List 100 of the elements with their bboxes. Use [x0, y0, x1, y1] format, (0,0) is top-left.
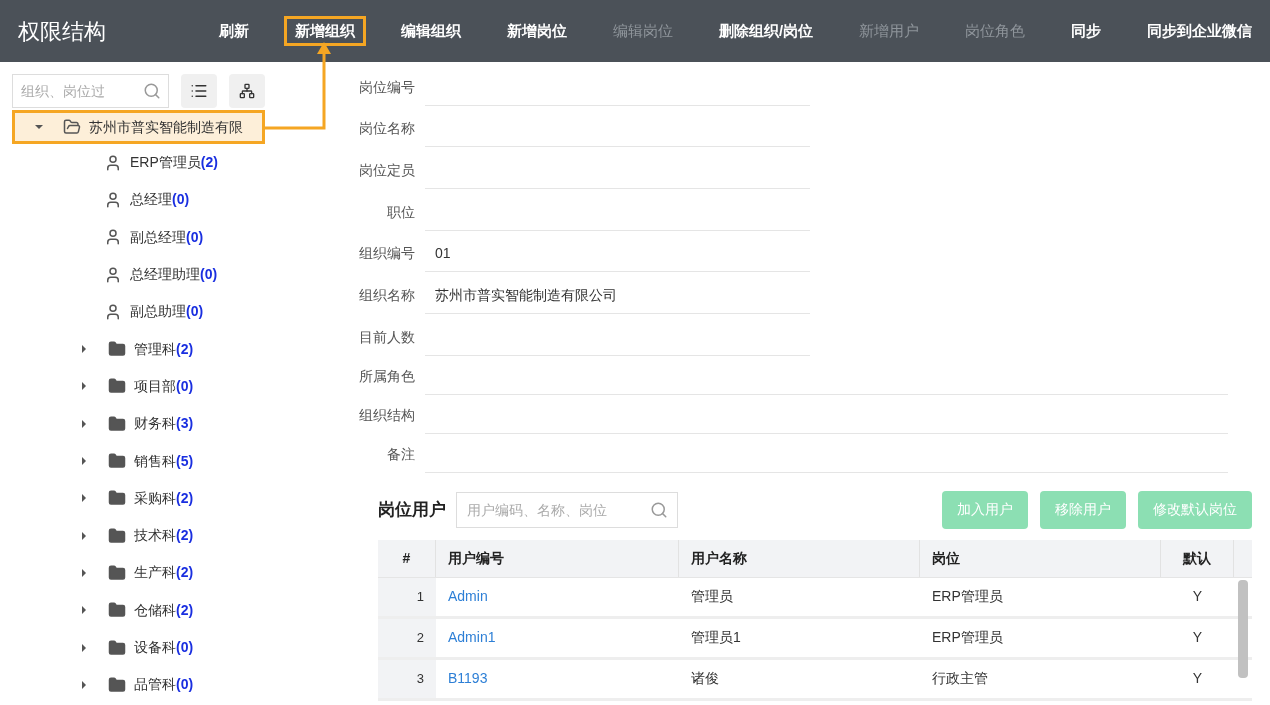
- table-cell-text: 诸俊: [690, 669, 720, 689]
- section-title: 岗位用户: [378, 499, 446, 522]
- org-tree-item[interactable]: 生产科(2): [12, 554, 340, 592]
- org-tree-item[interactable]: 仓储科(2): [12, 591, 340, 629]
- table-cell-text: 管理员1: [690, 628, 742, 648]
- caret-icon[interactable]: [80, 457, 88, 465]
- position-tree-item[interactable]: 副总助理(0): [12, 293, 340, 331]
- form-field[interactable]: 苏州市普实智能制造有限公司: [425, 278, 810, 315]
- user-icon: [104, 228, 122, 247]
- user-code-link[interactable]: Admin1: [436, 618, 679, 657]
- org-tree-item[interactable]: 技术科(2): [12, 516, 340, 555]
- caret-icon[interactable]: [35, 123, 43, 131]
- folder-icon: [108, 563, 126, 582]
- tree-label: 管理科(2): [134, 339, 194, 359]
- position-tree-item[interactable]: ERP管理员(2): [12, 144, 340, 182]
- position-tree-item[interactable]: 总经理(0): [12, 181, 340, 219]
- table-cell-text: 行政主管: [931, 669, 989, 689]
- user-icon: [104, 153, 122, 172]
- hierarchy-icon: [239, 83, 255, 99]
- position-tree-item[interactable]: 总经理助理(0): [12, 255, 340, 294]
- field-label: 所属角色: [358, 366, 415, 386]
- filter-field[interactable]: 组织、岗位过: [12, 74, 169, 108]
- caret-icon[interactable]: [80, 494, 88, 503]
- folder-icon: [108, 526, 126, 545]
- tree-label: 项目部(0): [134, 376, 194, 396]
- scrollbar-thumb[interactable]: [1238, 579, 1248, 678]
- tree-label: 副总经理(0): [130, 227, 204, 247]
- caret-icon[interactable]: [80, 419, 88, 428]
- user-icon: [104, 190, 122, 209]
- toolbar-button[interactable]: 新增岗位: [496, 16, 578, 46]
- toolbar-button[interactable]: 删除组织/岗位: [708, 16, 825, 46]
- caret-icon[interactable]: [80, 345, 88, 354]
- tree-label: 采购科(2): [134, 488, 194, 508]
- tree-label: 设备科(0): [134, 638, 194, 657]
- field-value: 01: [435, 244, 451, 264]
- tree-label: 苏州市普实智能制造有限: [89, 117, 243, 137]
- org-tree-item[interactable]: 品管科(0): [12, 666, 340, 704]
- toolbar-button[interactable]: 刷新: [208, 16, 260, 46]
- table-cell: 2: [378, 618, 436, 657]
- user-code-link[interactable]: B1193: [436, 659, 679, 698]
- tree-label: 品管科(0): [134, 675, 194, 695]
- table-cell-text: ERP管理员: [931, 587, 1004, 607]
- search-icon: [143, 82, 161, 100]
- user-search-field[interactable]: 用户编码、名称、岗位: [456, 491, 678, 528]
- folder-icon: [108, 452, 126, 470]
- column-header: #: [378, 539, 436, 577]
- tree-label: 销售科(5): [134, 451, 194, 471]
- user-icon: [104, 302, 122, 321]
- list-view-button[interactable]: [181, 74, 217, 108]
- table-cell-text: Y: [1191, 669, 1204, 689]
- field-label: 组织名称: [358, 286, 415, 306]
- caret-icon[interactable]: [80, 382, 88, 391]
- caret-icon[interactable]: [80, 531, 88, 540]
- toolbar-button[interactable]: 新增组织: [284, 16, 366, 46]
- org-tree-item[interactable]: 项目部(0): [12, 367, 340, 406]
- folder-icon: [63, 118, 81, 136]
- caret-icon[interactable]: [80, 680, 88, 689]
- caret-icon[interactable]: [80, 643, 88, 652]
- page-title: 权限结构: [18, 17, 107, 46]
- field-label: 岗位定员: [358, 161, 415, 181]
- field-label: 组织结构: [358, 405, 415, 425]
- field-label: 备注: [386, 444, 415, 464]
- toolbar-button[interactable]: 同步到企业微信: [1136, 16, 1264, 46]
- list-icon: [190, 82, 208, 100]
- org-tree-item[interactable]: 采购科(2): [12, 479, 340, 517]
- table-cell-text: Y: [1191, 587, 1204, 607]
- tree-label: 财务科(3): [134, 414, 194, 434]
- column-header: 岗位: [920, 539, 1161, 577]
- folder-icon: [108, 601, 126, 620]
- tree-label: 仓储科(2): [134, 600, 194, 620]
- org-tree-item[interactable]: 设备科(0): [12, 628, 340, 667]
- caret-icon[interactable]: [80, 606, 88, 615]
- org-tree-item[interactable]: 财务科(3): [12, 405, 340, 443]
- field-label: 岗位编号: [358, 77, 415, 97]
- search-icon: [650, 500, 668, 519]
- caret-icon[interactable]: [80, 568, 88, 577]
- field-value: 苏州市普实智能制造有限公司: [435, 286, 617, 306]
- folder-icon: [108, 414, 126, 433]
- toolbar-button[interactable]: 同步: [1060, 16, 1113, 46]
- field-label: 岗位名称: [358, 119, 415, 139]
- field-label: 目前人数: [358, 327, 415, 347]
- user-code-link[interactable]: Admin: [436, 577, 679, 616]
- user-icon: [104, 265, 122, 284]
- tree-label: 总经理助理(0): [130, 265, 218, 285]
- field-label: 职位: [386, 202, 415, 222]
- tree-label: 技术科(2): [134, 526, 194, 546]
- tree-label: 总经理(0): [130, 190, 190, 210]
- form-field[interactable]: 01: [425, 236, 810, 273]
- table-cell: 3: [378, 659, 436, 698]
- position-tree-item[interactable]: 副总经理(0): [12, 218, 340, 256]
- column-header: 默认: [1161, 539, 1234, 577]
- column-header: 用户名称: [679, 539, 920, 577]
- table-cell-text: 管理员: [690, 587, 734, 607]
- org-tree-item[interactable]: 销售科(5): [12, 442, 340, 480]
- toolbar-button[interactable]: 编辑组织: [390, 16, 472, 46]
- org-tree-item[interactable]: 管理科(2): [12, 330, 340, 368]
- tree-label: 副总助理(0): [130, 302, 204, 322]
- org-tree-item[interactable]: 苏州市普实智能制造有限: [12, 110, 265, 144]
- org-chart-button[interactable]: [229, 74, 265, 108]
- table-cell-text: Y: [1191, 628, 1204, 648]
